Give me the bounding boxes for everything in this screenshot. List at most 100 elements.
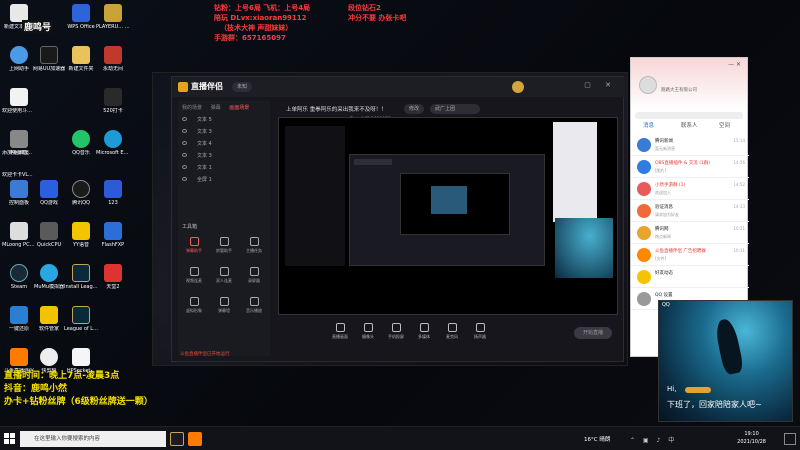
- camera-button[interactable]: 摄像头: [356, 323, 380, 340]
- desktop-icon-install-lol[interactable]: Install League...: [64, 262, 98, 302]
- qq-list-item[interactable]: 腾讯网 热点新闻 10:21: [631, 222, 749, 244]
- eye-icon[interactable]: [182, 153, 187, 157]
- taskbar-clock[interactable]: 19:10 2021/10/28: [737, 430, 766, 446]
- media-icon: [419, 323, 429, 332]
- desktop-icon-quickcpu[interactable]: QuickCPU: [32, 220, 66, 260]
- desktop-icon-tiantang[interactable]: 天堂2: [96, 262, 130, 302]
- scene-item[interactable]: 全屏 1: [182, 175, 266, 186]
- scene-item[interactable]: 文本 3: [182, 151, 266, 162]
- desktop-icon-steam[interactable]: Steam: [2, 262, 36, 302]
- weather-widget[interactable]: 16°C 晴朗: [584, 435, 610, 443]
- tool-recorder[interactable]: 录屏器: [242, 267, 266, 287]
- desktop-icon-edge[interactable]: Microsoft Edge: [96, 128, 130, 168]
- status-text: 斗鱼直播伴侣已开始运行: [180, 352, 230, 357]
- clock-date: 2021/10/28: [737, 439, 766, 445]
- desktop-icon-new-folder[interactable]: 新建文件夹: [64, 44, 98, 84]
- eye-icon[interactable]: [182, 117, 187, 121]
- live-picture-button[interactable]: 直播画面: [328, 323, 352, 340]
- desktop-icon-qq[interactable]: 腾讯QQ: [64, 178, 98, 218]
- eye-icon[interactable]: [182, 141, 187, 145]
- qq-window-controls[interactable]: — ✕: [728, 61, 741, 68]
- diver-figure: [713, 317, 745, 376]
- qq-search-input[interactable]: [635, 112, 743, 119]
- desktop-icon-520[interactable]: 520打卡: [96, 86, 130, 126]
- tool-room-manager[interactable]: 房管助手: [212, 237, 236, 257]
- overlay-card: 冲分不要 办张卡吧: [348, 14, 407, 22]
- qq-avatar[interactable]: [639, 76, 657, 94]
- tool-avatar[interactable]: 虚拟形象: [182, 297, 206, 317]
- qq-list-item[interactable]: 验证消息 请求加为好友 14:33: [631, 200, 749, 222]
- tool-dual-link[interactable]: 双人连麦: [212, 267, 236, 287]
- tool-music[interactable]: 音乐播放: [242, 297, 266, 317]
- qq-tab-messages[interactable]: 消息: [643, 121, 654, 129]
- qq-chat-avatar: [637, 248, 651, 262]
- qq-list-item[interactable]: 好友动态: [631, 266, 749, 288]
- windows-start-icon[interactable]: [4, 433, 15, 444]
- desktop-icon-mumu[interactable]: MuMu模拟器: [32, 262, 66, 302]
- notification-icon[interactable]: [784, 433, 796, 445]
- avatar-icon: [189, 297, 199, 306]
- eye-icon[interactable]: [182, 165, 187, 169]
- microphone-button[interactable]: 麦克风: [440, 323, 464, 340]
- system-tray-icons[interactable]: ⌃ ▣ ♪ 中: [630, 435, 677, 444]
- desktop-icon-restore[interactable]: 一键还原: [2, 304, 36, 344]
- qq-list-item[interactable]: 腾讯新闻 暂无新消息 15:14: [631, 134, 749, 156]
- desktop-icon-control-panel[interactable]: 控制面板: [2, 178, 36, 218]
- eye-icon[interactable]: [182, 177, 187, 181]
- category-select[interactable]: 武广上团: [430, 104, 480, 114]
- scene-item[interactable]: 文本 3: [182, 127, 266, 138]
- nested-cam: [431, 186, 467, 214]
- start-live-button[interactable]: 开始直播: [574, 327, 612, 339]
- tab-picture-scene[interactable]: 画面场景: [229, 105, 249, 111]
- qq-header: — ✕ 跑路大王有限公司: [631, 58, 747, 110]
- preview-cam: [555, 218, 613, 278]
- desktop-icon-danmu[interactable]: 欢迎使用斗鱼弹幕助手: [2, 86, 36, 126]
- desktop-icon-123[interactable]: 123: [96, 178, 130, 218]
- eye-icon[interactable]: [182, 129, 187, 133]
- user-icon: [219, 237, 229, 246]
- desktop-icon-browser[interactable]: 上网助手: [2, 44, 36, 84]
- desktop-icon-qqmusic[interactable]: QQ音乐: [64, 128, 98, 168]
- qq-chat-avatar: [637, 204, 651, 218]
- nested-title: [354, 159, 392, 165]
- desktop-icon-flashfxp[interactable]: FlashFXP: [96, 220, 130, 260]
- tab-my-scene[interactable]: 我的场景: [182, 105, 202, 111]
- media-button[interactable]: 多媒体: [412, 323, 436, 340]
- qq-list-item[interactable]: 斗鱼直播伴侣 广告招聘群 [文件] 10:11: [631, 244, 749, 266]
- desktop-icon-yy[interactable]: YY语音: [64, 220, 98, 260]
- qq-chat-avatar: [637, 160, 651, 174]
- taskbar-search-input[interactable]: 在这里输入你要搜索的内容: [20, 431, 166, 447]
- desktop-icon-uu[interactable]: 网易UU加速器: [32, 44, 66, 84]
- tool-video-link[interactable]: 视频连麦: [182, 267, 206, 287]
- qq-list-item[interactable]: OBS直播插件 & 交流 (1群) [图片] 14:56: [631, 156, 749, 178]
- edit-title-button[interactable]: 修改: [404, 104, 425, 114]
- desktop-icon-mloong[interactable]: MLoong PC.exe: [2, 220, 36, 260]
- qq-tab-space[interactable]: 空间: [719, 121, 730, 129]
- desktop-icon-lol[interactable]: League of Legends: [64, 304, 98, 344]
- tool-danmu-assistant[interactable]: 弹幕助手: [182, 237, 206, 257]
- douyu-taskbar-icon[interactable]: [188, 432, 202, 446]
- tool-tasks[interactable]: 主播任务: [242, 237, 266, 257]
- desktop-icon-yongjie[interactable]: 永劫无间: [96, 44, 130, 84]
- avatar[interactable]: [512, 81, 524, 93]
- overlay-line1: 钻粉：上号6局 飞机：上号4局: [214, 4, 311, 12]
- desktop-icon-wps[interactable]: WPS Office: [64, 2, 98, 42]
- tab-danmu[interactable]: 弹幕: [211, 105, 221, 111]
- desktop-icon-qqgame[interactable]: QQ游戏: [32, 178, 66, 218]
- desktop-icon-software[interactable]: 软件管家: [32, 304, 66, 344]
- speaker-button[interactable]: 扬声器: [468, 323, 492, 340]
- tool-danmu-wall[interactable]: 弹幕墙: [212, 297, 236, 317]
- phone-icon: [391, 323, 401, 332]
- scene-item[interactable]: 文本 4: [182, 139, 266, 150]
- scene-item[interactable]: 文本 5: [182, 115, 266, 126]
- status-pill[interactable]: 未知: [232, 82, 253, 92]
- phone-cast-button[interactable]: 手机投屏: [384, 323, 408, 340]
- qq-tab-contacts[interactable]: 联系人: [681, 121, 698, 129]
- scene-item[interactable]: 文本 1: [182, 163, 266, 174]
- window-controls[interactable]: ▢ ✕: [584, 81, 617, 89]
- desktop-icon-pubg[interactable]: PLAYERU... BATTLEGR...: [96, 2, 130, 42]
- qq-list-item[interactable]: 小然手游群 (1) 欢迎加入 14:52: [631, 178, 749, 200]
- toolbox-header: 工具箱: [182, 224, 198, 230]
- qq-chat-avatar: [637, 226, 651, 240]
- lol-taskbar-icon[interactable]: [170, 432, 184, 446]
